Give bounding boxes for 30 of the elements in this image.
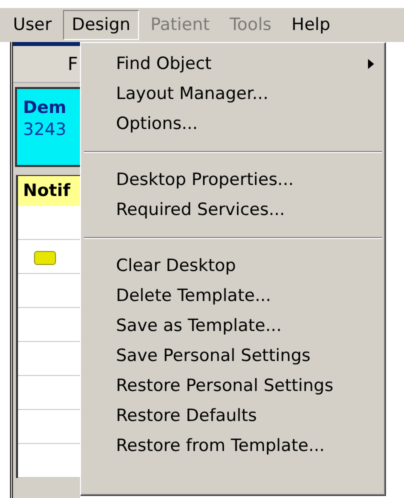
table-row[interactable] bbox=[18, 206, 80, 240]
panel-tab[interactable]: F bbox=[13, 46, 80, 83]
patient-card[interactable]: Dem 3243 bbox=[15, 87, 80, 167]
table-row[interactable] bbox=[18, 410, 80, 444]
menu-item[interactable]: Find Object bbox=[84, 49, 382, 79]
menu-item[interactable]: Options... bbox=[84, 109, 382, 139]
menu-item[interactable]: Clear Desktop bbox=[84, 251, 382, 281]
column-header: Notif bbox=[18, 175, 80, 206]
menu-item[interactable]: Save Personal Settings bbox=[84, 341, 382, 371]
note-icon bbox=[34, 251, 56, 265]
table-row[interactable] bbox=[18, 240, 80, 274]
menu-item[interactable]: Restore from Template... bbox=[84, 431, 382, 461]
table-row[interactable] bbox=[18, 342, 80, 376]
menu-item[interactable]: Save as Template... bbox=[84, 311, 382, 341]
patient-name: Dem bbox=[23, 97, 68, 119]
menu-item[interactable]: Required Services... bbox=[84, 195, 382, 225]
menu-item[interactable]: Restore Personal Settings bbox=[84, 371, 382, 401]
menu-item[interactable]: Restore Defaults bbox=[84, 401, 382, 431]
tab-label: F bbox=[68, 54, 78, 74]
menu-item[interactable]: Desktop Properties... bbox=[84, 165, 382, 195]
menu-bar-item[interactable]: Help bbox=[282, 10, 340, 40]
table-row[interactable] bbox=[18, 376, 80, 410]
menu-bar-item[interactable]: Design bbox=[62, 10, 140, 40]
menu-item[interactable]: Delete Template... bbox=[84, 281, 382, 311]
patient-id: 3243 bbox=[23, 119, 68, 141]
menu-bar-item[interactable]: User bbox=[4, 10, 61, 40]
table-row[interactable] bbox=[18, 308, 80, 342]
table-row[interactable] bbox=[18, 444, 80, 478]
menu-item[interactable]: Layout Manager... bbox=[84, 79, 382, 109]
table-row[interactable] bbox=[18, 274, 80, 308]
